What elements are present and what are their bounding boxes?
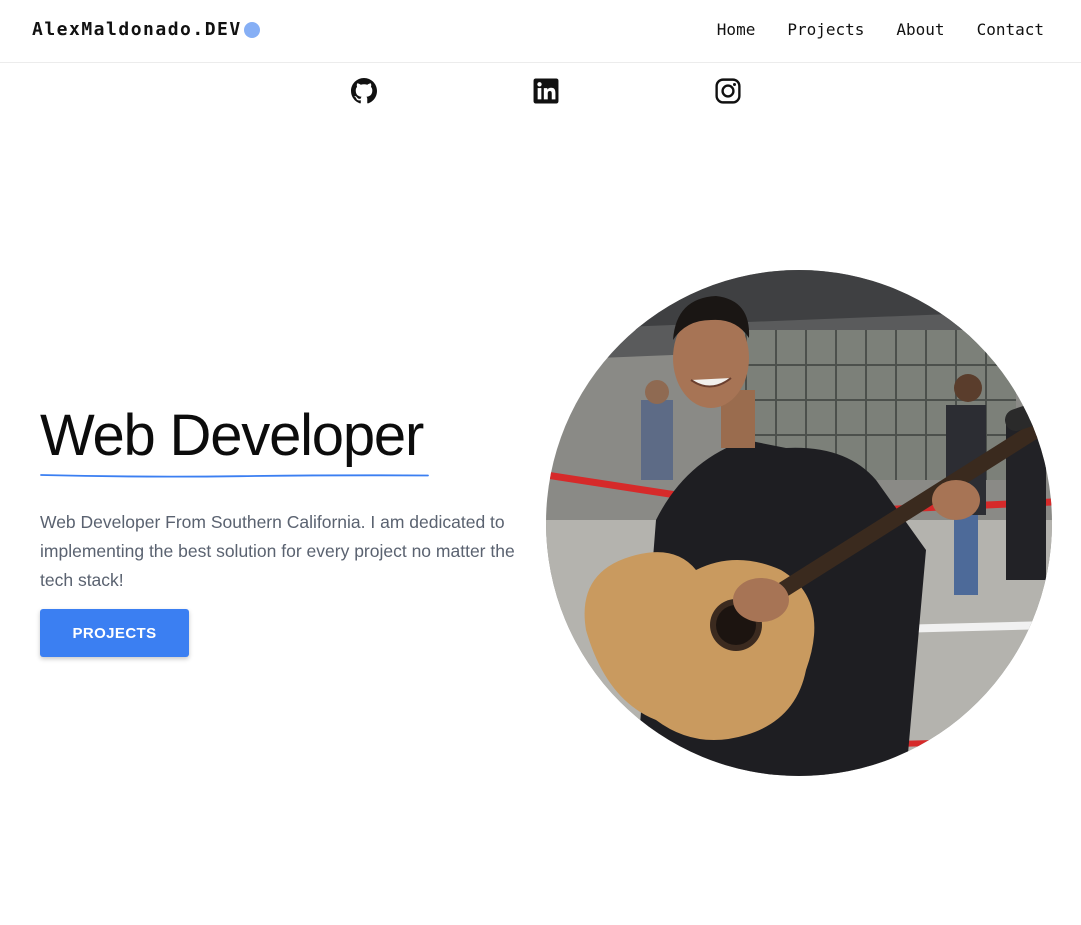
profile-photo — [546, 270, 1052, 776]
brand-name: AlexMaldonado.DEV — [32, 19, 242, 40]
nav-home[interactable]: Home — [717, 20, 756, 39]
nav-projects[interactable]: Projects — [787, 20, 864, 39]
github-icon — [351, 78, 377, 104]
instagram-icon — [715, 78, 741, 104]
nav-contact[interactable]: Contact — [977, 20, 1044, 39]
hero-description: Web Developer From Southern California. … — [40, 512, 515, 590]
title-underline — [40, 474, 429, 478]
hero-title: Web Developer — [40, 403, 424, 468]
brand-dot-icon — [243, 21, 260, 38]
site-header: AlexMaldonado.DEV Home Projects About Co… — [0, 0, 1081, 63]
linkedin-icon — [533, 78, 559, 104]
main-nav: Home Projects About Contact — [717, 20, 1044, 39]
projects-button[interactable]: PROJECTS — [40, 609, 189, 657]
social-links — [0, 78, 1081, 106]
page: AlexMaldonado.DEV Home Projects About Co… — [0, 0, 1081, 925]
linkedin-link[interactable] — [533, 78, 559, 104]
github-link[interactable] — [351, 78, 377, 104]
profile-photo-illustration — [546, 270, 1052, 776]
brand-logo[interactable]: AlexMaldonado.DEV — [32, 19, 260, 40]
instagram-link[interactable] — [715, 78, 741, 104]
nav-about[interactable]: About — [896, 20, 944, 39]
